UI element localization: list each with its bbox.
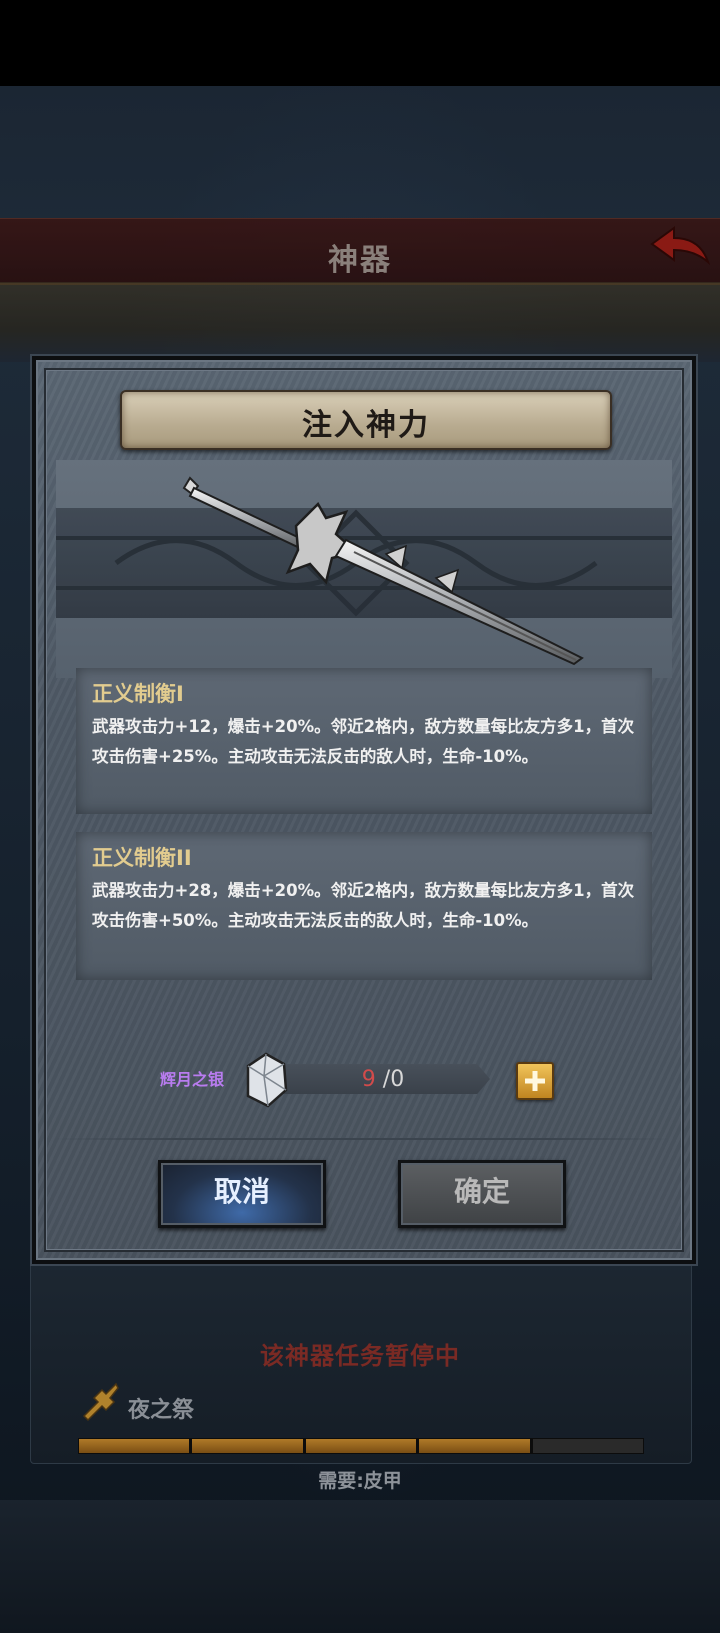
artifact-icon (82, 1382, 119, 1422)
progress-segment (419, 1439, 530, 1453)
add-material-button[interactable] (516, 1062, 554, 1100)
next-skill-panel: 正义制衡II 武器攻击力+28，爆击+20%。邻近2格内，敌方数量每比友方多1，… (76, 832, 652, 980)
ornate-header-strip (0, 282, 720, 362)
divider (52, 1138, 672, 1140)
artifact-progress-bar (78, 1438, 644, 1454)
material-count: 9 /0 (276, 1067, 490, 1092)
progress-segment (192, 1439, 303, 1453)
current-skill-panel: 正义制衡I 武器攻击力+12，爆击+20%。邻近2格内，敌方数量每比友方多1，首… (76, 668, 652, 814)
progress-segment (532, 1439, 644, 1453)
dialog-title: 注入神力 (302, 408, 430, 443)
material-name: 辉月之银 (160, 1070, 225, 1089)
dialog-title-banner: 注入神力 (120, 390, 612, 450)
progress-segment (79, 1439, 190, 1453)
current-skill-name: 正义制衡I (92, 682, 184, 706)
requirement-text: 需要:皮甲 (318, 1470, 402, 1492)
current-skill-description: 武器攻击力+12，爆击+20%。邻近2格内，敌方数量每比友方多1，首次攻击伤害+… (92, 717, 635, 766)
next-skill-name: 正义制衡II (92, 846, 192, 870)
infuse-power-dialog: 注入神力 正义制衡I 武器攻击力+12，爆击+20%。邻近2格内，敌方数量每比友… (32, 356, 696, 1264)
material-have: 9 (361, 1067, 376, 1092)
material-need: 0 (390, 1067, 405, 1092)
weapon-display (56, 460, 672, 678)
sword-icon (182, 476, 584, 666)
confirm-button[interactable]: 确定 (398, 1160, 566, 1228)
next-skill-description: 武器攻击力+28，爆击+20%。邻近2格内，敌方数量每比友方多1，首次攻击伤害+… (92, 881, 635, 930)
back-arrow-icon[interactable] (648, 226, 712, 272)
progress-segment (305, 1439, 417, 1453)
header-bar: 神器 (0, 218, 720, 285)
paused-status-text: 该神器任务暂停中 (260, 1342, 460, 1370)
header-title: 神器 (328, 243, 392, 278)
cancel-button[interactable]: 取消 (158, 1160, 326, 1228)
bottom-area (0, 1500, 720, 1633)
artifact-name: 夜之祭 (128, 1398, 195, 1423)
status-bar-area (0, 0, 720, 86)
